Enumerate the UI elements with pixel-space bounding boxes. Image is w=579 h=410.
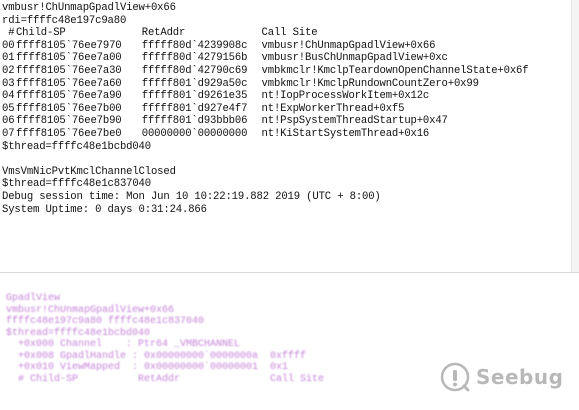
frame-ret-addr: fffff801`d9261e35 [141,90,248,103]
frame-number: 06 [2,115,15,128]
frame-number: 05 [2,102,15,115]
frame-child-sp: ffff8105`76ee7a30 [15,64,122,77]
frame-number: 07 [2,127,15,140]
blurred-line: +0x000 Channel : Ptr64 _VMBCHANNEL [6,339,241,350]
stack-frame-row[interactable]: 03 ffff8105`76ee7a60 fffff801`d929a50c v… [2,78,579,91]
debug-session-time: Debug session time: Mon Jun 10 10:22:19.… [2,190,381,203]
frame-ret-addr: fffff801`d93bbb06 [141,115,248,128]
frame-call-site: vmbkmclr!KmclpRundownCountZero+0x99 [261,77,479,90]
frame-child-sp: ffff8105`76ee7a60 [15,77,122,90]
system-uptime: System Uptime: 0 days 0:31:24.866 [2,203,207,216]
column-header-child-sp: Child-SP [15,27,66,40]
frame-ret-addr: fffff80d`4239908c [141,39,248,52]
stack-frame-row[interactable]: 02 ffff8105`76ee7a30 fffff80d`42790c69 v… [2,65,579,78]
seebug-watermark: Seebug [440,362,563,392]
frame-call-site: vmbusr!ChUnmapGpadlView+0x66 [261,39,436,52]
frame-number: 04 [2,90,15,103]
blurred-line: vmbusr!ChUnmapGpadlView+0x66 [6,304,175,316]
stack-frame-row[interactable]: 07 ffff8105`76ee7be0 00000000`00000000 n… [2,128,579,141]
frame-number: 03 [2,77,15,90]
frame-call-site: nt!ExpWorkerThread+0xf5 [261,102,405,115]
frame-number: 00 [2,39,15,52]
column-header-call-site: Call Site [261,27,318,40]
frame-child-sp: ffff8105`76ee7a00 [15,52,122,65]
frame-number: 01 [2,52,15,65]
debugger-output-pane: vmbusr!ChUnmapGpadlView+0x66 rdi=ffffc48… [0,0,579,272]
vertical-scrollbar[interactable] [571,0,579,272]
frame-header: vmbusr!ChUnmapGpadlView+0x66 [2,2,176,14]
thread-line: $thread=ffffc48e1c837040 [2,178,151,191]
frame-ret-addr: fffff801`d929a50c [141,77,248,90]
seebug-logo-icon [440,362,470,392]
column-header-retaddr: RetAddr [141,27,186,40]
blurred-line: +0x008 GpadlHandle : 0x00000000`0000000a… [6,350,307,362]
watermark-text: Seebug [476,365,564,389]
frame-ret-addr: fffff80d`4279156b [141,52,248,65]
thread-line: $thread=ffffc48e1bcbd040 [2,140,151,153]
frame-child-sp: ffff8105`76ee7be0 [15,127,122,140]
stack-header-row: # Child-SP RetAddr Call Site [2,27,579,40]
frame-child-sp: ffff8105`76ee7970 [15,39,122,52]
column-header-num: # [2,27,15,40]
stack-frame-row[interactable]: 01 ffff8105`76ee7a00 fffff80d`4279156b v… [2,52,579,65]
frame-child-sp: ffff8105`76ee7b00 [15,102,122,115]
frame-ret-addr: fffff801`d927e4f7 [141,102,248,115]
stack-frame-row[interactable]: 06 ffff8105`76ee7b90 fffff801`d93bbb06 n… [2,115,579,128]
frame-child-sp: ffff8105`76ee7b90 [15,115,122,128]
frame-call-site: nt!IopProcessWorkItem+0x12c [261,90,430,103]
blurred-line: $thread=ffffc48e1bcbd040 [6,327,151,339]
stack-frame-row[interactable]: 05 ffff8105`76ee7b00 fffff801`d927e4f7 n… [2,103,579,116]
blurred-line: ffffc48e197c9a80 ffffc48e1c837040 [6,316,205,327]
stack-frame-row[interactable]: 04 ffff8105`76ee7a90 fffff801`d9261e35 n… [2,90,579,103]
frame-call-site: vmbkmclr!KmclpTeardownOpenChannelState+0… [261,64,529,77]
channel-closed-line: VmsVmNicPvtKmclChannelClosed [2,165,176,178]
frame-child-sp: ffff8105`76ee7a90 [15,90,122,103]
frame-call-site: nt!KiStartSystemThread+0x16 [261,127,430,140]
frame-number: 02 [2,64,15,77]
stack-frame-row[interactable]: 00 ffff8105`76ee7970 fffff80d`4239908c v… [2,40,579,53]
frame-ret-addr: 00000000`00000000 [141,127,248,140]
debugger-screen: vmbusr!ChUnmapGpadlView+0x66 rdi=ffffc48… [0,0,579,410]
frame-call-site: nt!PspSystemThreadStartup+0x47 [261,115,448,128]
frame-ret-addr: fffff80d`42790c69 [141,64,248,77]
frame-call-site: vmbusr!BusChUnmapGpadlView+0xc [261,52,448,65]
rdi-register-line: rdi=ffffc48e197c9a80 [2,14,127,27]
blurred-line: GpadlView [6,293,61,304]
